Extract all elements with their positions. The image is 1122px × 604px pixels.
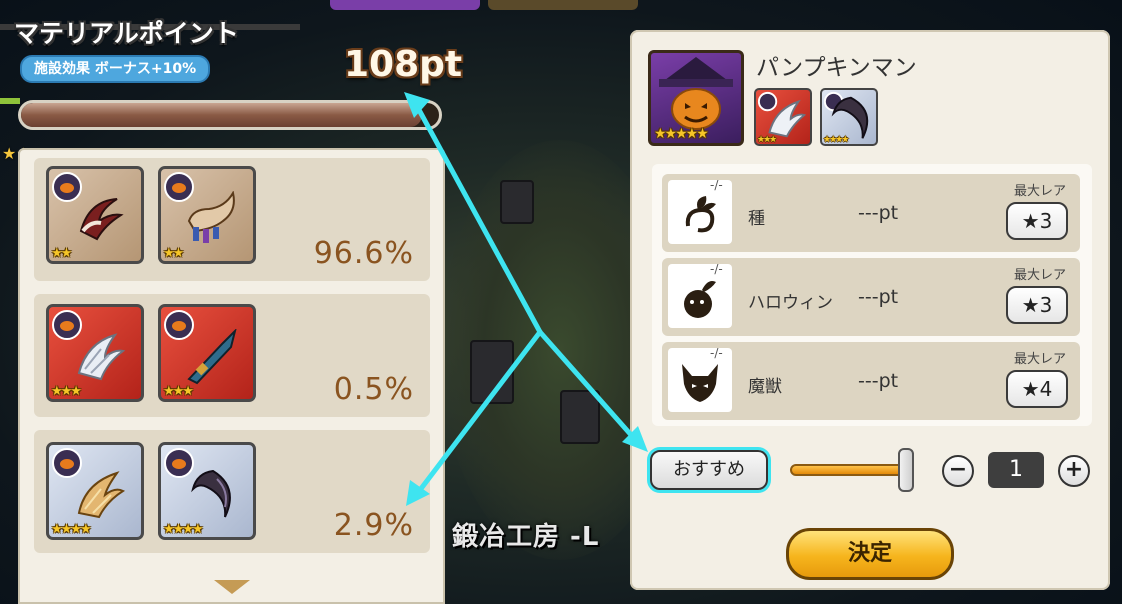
category-points: ---pt — [858, 202, 899, 224]
increment-button[interactable]: + — [1058, 455, 1090, 487]
max-rarity-button[interactable]: ★3 — [1006, 202, 1068, 240]
character-portrait[interactable]: ★★★★★ — [648, 50, 744, 146]
quantity-slider[interactable] — [790, 464, 910, 476]
rarity-stars: ★★★★★ — [654, 126, 709, 142]
material-slot[interactable]: ★★★ — [754, 88, 812, 146]
result-panel: ★★ ★★ 96.6% ★★★ ★★★ 0.5% ★★★★ ★★★★ 2.9% — [18, 148, 445, 604]
category-name: 魔獣 — [748, 377, 782, 397]
rarity-stars: ★★ — [51, 246, 72, 261]
lance-item-icon — [187, 329, 237, 385]
max-rarity-button[interactable]: ★4 — [1006, 370, 1068, 408]
max-rarity-button[interactable]: ★3 — [1006, 286, 1068, 324]
result-percent: 2.9% — [333, 508, 414, 543]
max-rarity-label: 最大レア — [1013, 184, 1066, 199]
category-name: ハロウィン — [748, 293, 833, 313]
page-title: マテリアルポイント — [14, 19, 239, 48]
category-count: -/- — [710, 346, 723, 360]
confirm-button[interactable]: 決定 — [786, 528, 954, 580]
slider-handle[interactable] — [898, 448, 914, 492]
result-percent: 96.6% — [313, 236, 414, 271]
rarity-stars: ★★★★ — [823, 135, 849, 145]
character-name: パンプキンマン — [756, 55, 917, 81]
map-building — [560, 390, 600, 444]
map-building — [470, 340, 514, 404]
chevron-down-icon[interactable] — [214, 580, 250, 594]
max-rarity-label: 最大レア — [1013, 268, 1066, 283]
recommend-button[interactable]: おすすめ — [650, 450, 768, 490]
claw-item-icon — [77, 333, 126, 381]
rarity-stars: ★★★★ — [163, 522, 204, 537]
decrement-button[interactable]: − — [942, 455, 974, 487]
item-tile[interactable]: ★★★ — [158, 304, 256, 402]
item-tile[interactable]: ★★★★ — [158, 442, 256, 540]
item-tile[interactable]: ★★ — [46, 166, 144, 264]
result-row: ★★★ ★★★ 0.5% — [34, 294, 430, 417]
rarity-stars: ★★★★ — [51, 522, 92, 537]
points-progress-bar — [18, 100, 442, 130]
rarity-stars: ★★★ — [51, 384, 82, 399]
category-points: ---pt — [858, 286, 899, 308]
claw-item-icon — [77, 471, 126, 519]
bonus-badge: 施設効果 ボーナス+10% — [20, 55, 211, 83]
category-points: ---pt — [858, 370, 899, 392]
category-row: -/- ハロウィン ---pt 最大レア ★3 — [662, 258, 1080, 336]
result-row: ★★★★ ★★★★ 2.9% — [34, 430, 430, 553]
top-bar-segment — [330, 0, 480, 10]
horn-item-icon — [187, 191, 235, 243]
scythe-item-icon — [191, 469, 231, 518]
top-bar-segment — [488, 0, 638, 10]
rarity-stars: ★★★ — [757, 135, 777, 145]
result-percent: 0.5% — [333, 372, 414, 407]
points-value: 108pt — [344, 44, 463, 85]
claw-item-icon — [79, 198, 124, 241]
item-tile[interactable]: ★★★ — [46, 304, 144, 402]
item-tile[interactable]: ★★ — [158, 166, 256, 264]
category-row: -/- 魔獣 ---pt 最大レア ★4 — [662, 342, 1080, 420]
map-building — [500, 180, 534, 224]
category-count: -/- — [710, 178, 723, 192]
category-row: -/- 種 ---pt 最大レア ★3 — [662, 174, 1080, 252]
item-tile[interactable]: ★★★★ — [46, 442, 144, 540]
result-row: ★★ ★★ 96.6% — [34, 158, 430, 281]
quantity-value: 1 — [988, 452, 1044, 488]
material-slot[interactable]: ★★★★ — [820, 88, 878, 146]
side-accent — [0, 98, 20, 104]
rarity-stars: ★★ — [163, 246, 184, 261]
rarity-stars: ★★★ — [163, 384, 194, 399]
max-rarity-label: 最大レア — [1013, 352, 1066, 367]
facility-label: 鍛冶工房 -L — [452, 522, 600, 552]
points-progress-fill — [21, 103, 423, 127]
detail-panel: ★★★★★ パンプキンマン ★★★ ★★★★ -/- 種 ---pt 最大レア … — [630, 30, 1110, 590]
category-name: 種 — [748, 209, 765, 229]
category-list: -/- 種 ---pt 最大レア ★3 -/- ハロウィン ---pt 最大レア… — [652, 164, 1092, 426]
category-count: -/- — [710, 262, 723, 276]
